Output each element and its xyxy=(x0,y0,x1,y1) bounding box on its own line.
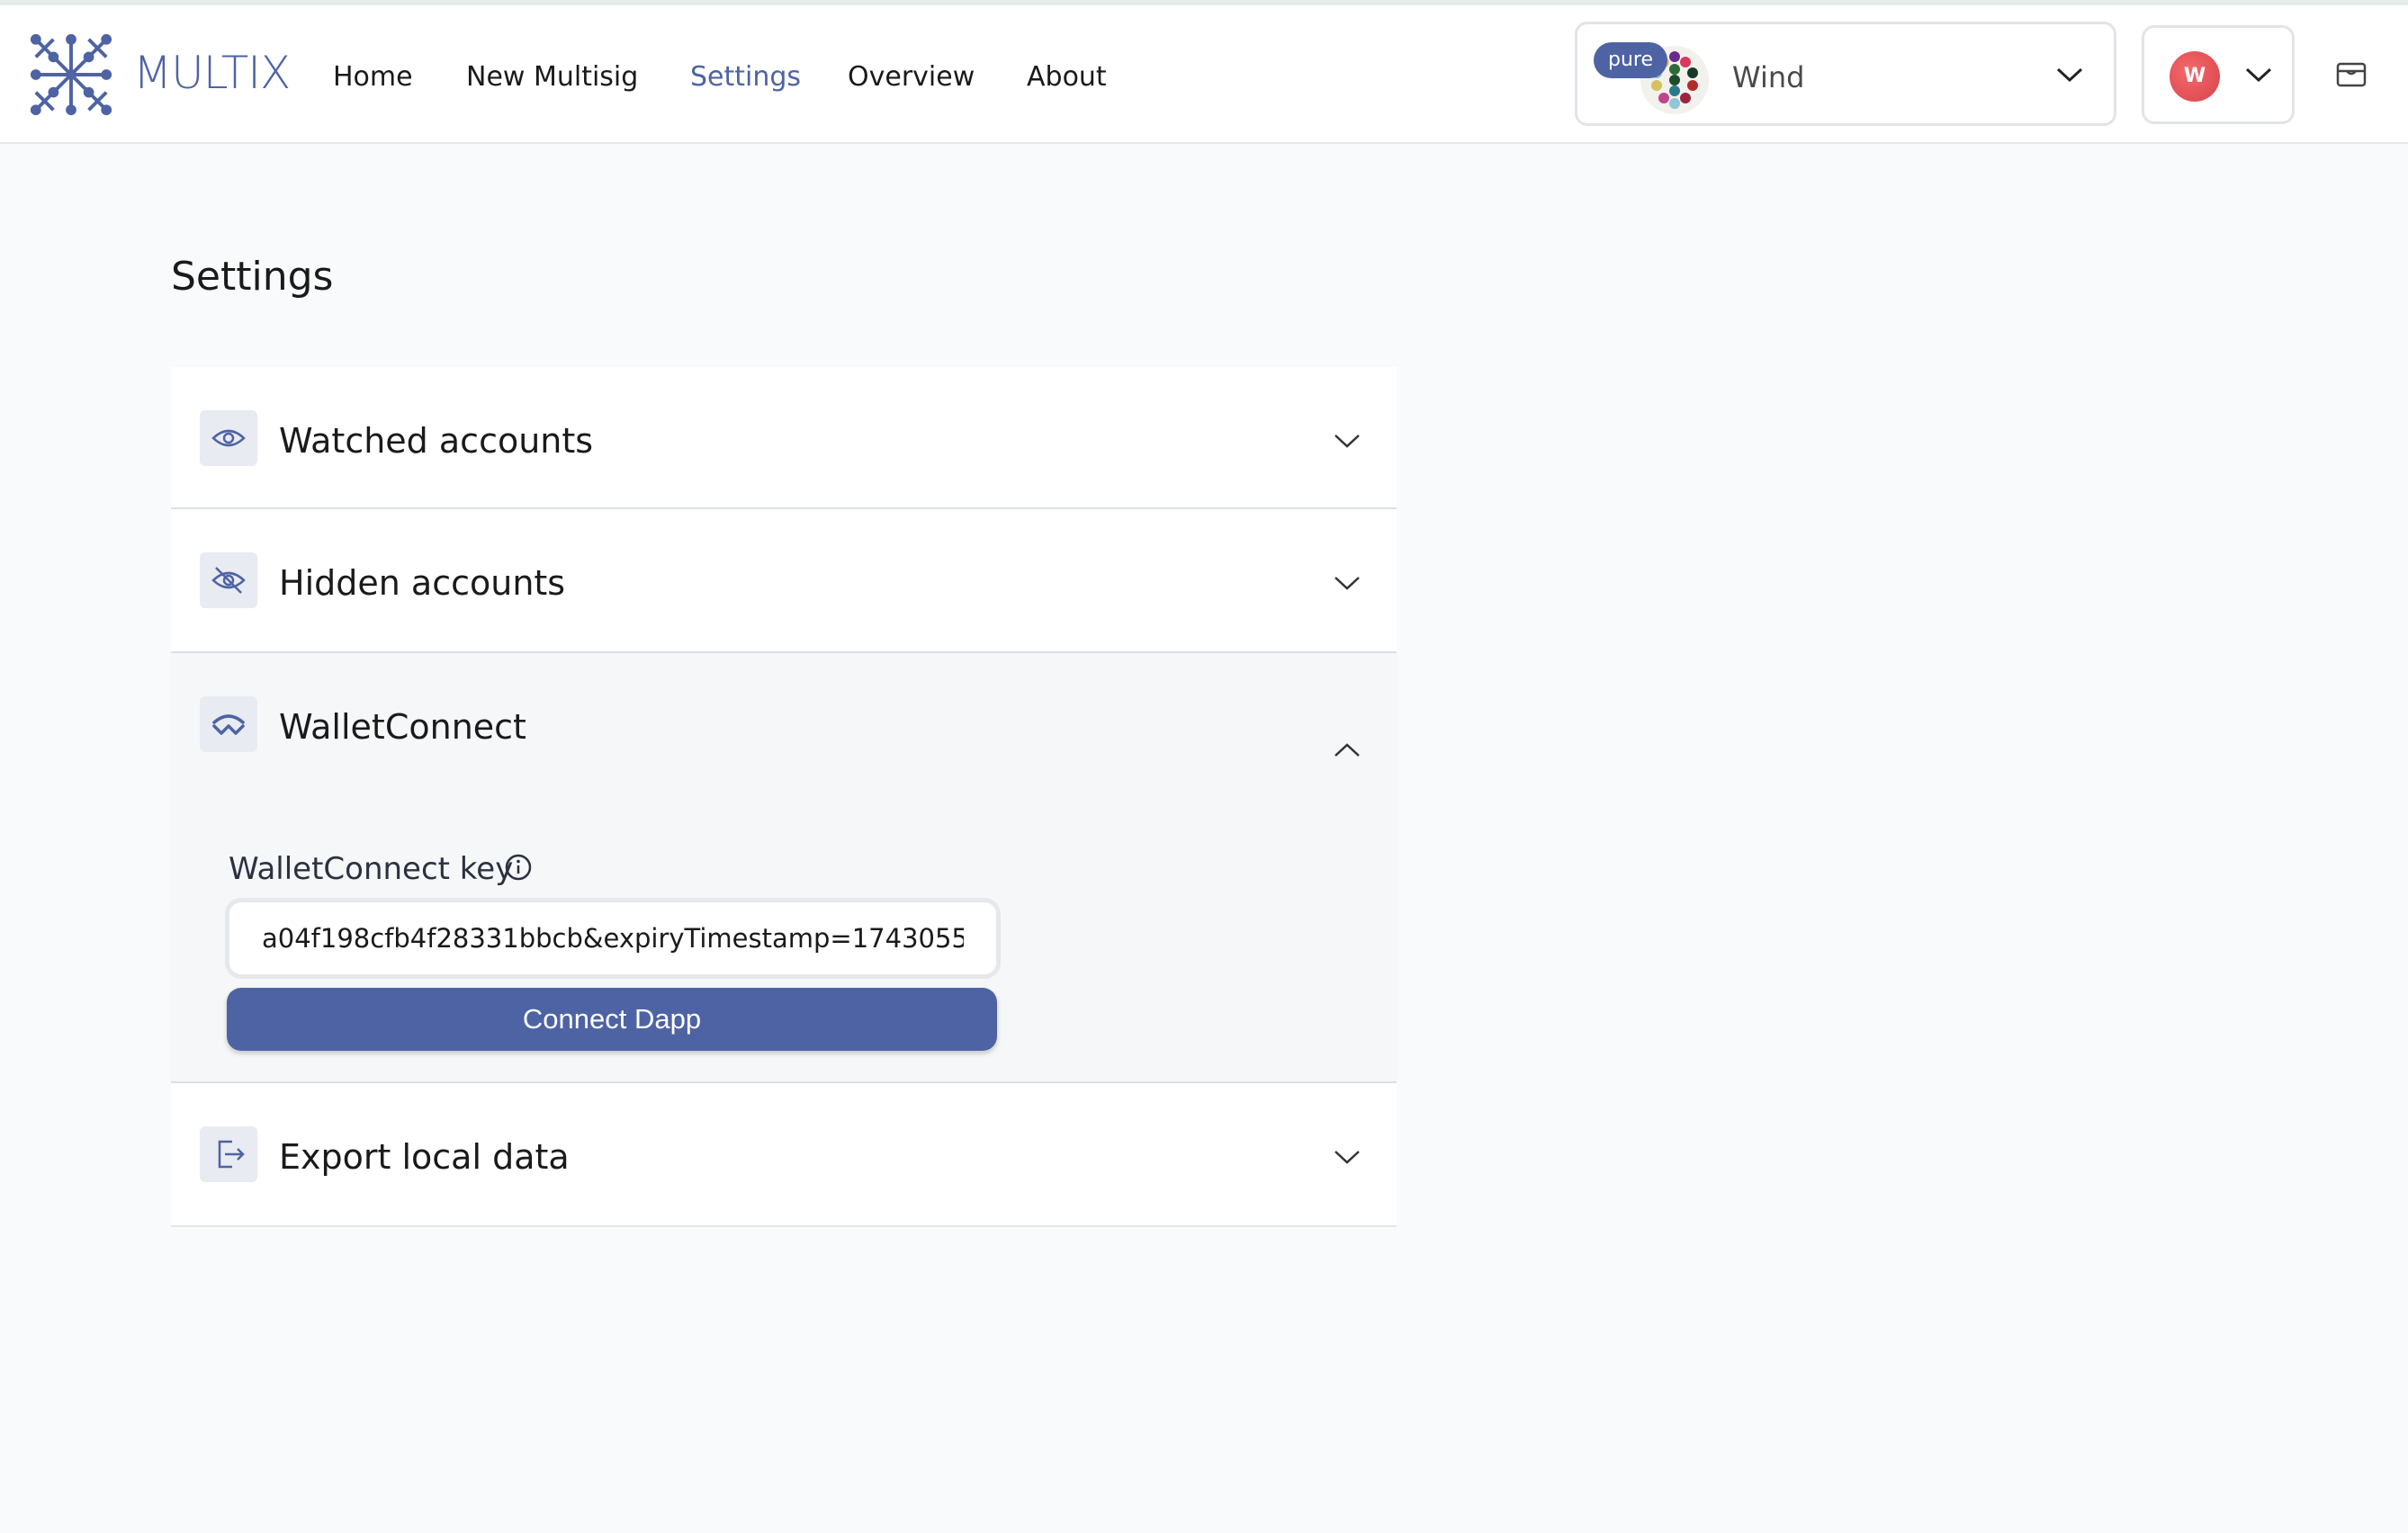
eye-off-icon xyxy=(200,552,257,608)
panel-title: Hidden accounts xyxy=(279,563,566,603)
nav-new-multisig[interactable]: New Multisig xyxy=(466,61,638,93)
panel-title: Watched accounts xyxy=(279,421,594,461)
info-icon[interactable] xyxy=(504,853,533,882)
nav-about[interactable]: About xyxy=(1027,61,1107,93)
chevron-down-icon[interactable] xyxy=(1332,1146,1362,1168)
watched-accounts-panel[interactable]: Watched accounts xyxy=(171,367,1397,509)
chevron-down-icon[interactable] xyxy=(1332,572,1362,594)
brand-name[interactable]: MULTIX xyxy=(133,47,291,99)
wallet-selector[interactable]: W xyxy=(2142,25,2295,124)
walletconnect-panel: WalletConnect WalletConnect key Connect … xyxy=(171,653,1397,1081)
account-name: Wind xyxy=(1732,60,1805,94)
walletconnect-key-input[interactable] xyxy=(225,898,1001,979)
walletconnect-icon xyxy=(200,696,257,752)
header: MULTIX Home New Multisig Settings Overvi… xyxy=(0,5,2408,144)
pure-badge: pure xyxy=(1594,42,1667,78)
account-selector[interactable]: pure Wind xyxy=(1575,22,2116,126)
nav-overview[interactable]: Overview xyxy=(848,61,975,93)
chevron-down-icon xyxy=(2056,67,2083,83)
wallet-avatar: W xyxy=(2170,51,2220,102)
nav-settings[interactable]: Settings xyxy=(690,61,801,93)
page-title: Settings xyxy=(171,254,334,300)
export-local-data-panel[interactable]: Export local data xyxy=(171,1083,1397,1227)
wallet-icon[interactable] xyxy=(2336,61,2367,88)
chevron-up-icon[interactable] xyxy=(1332,740,1362,761)
chevron-down-icon[interactable] xyxy=(1332,430,1362,452)
panel-title: WalletConnect xyxy=(279,707,526,747)
connect-dapp-button[interactable]: Connect Dapp xyxy=(227,988,997,1051)
chevron-down-icon xyxy=(2245,67,2272,83)
multix-logo-icon[interactable] xyxy=(27,31,115,119)
nav-home[interactable]: Home xyxy=(333,61,413,93)
eye-icon xyxy=(200,410,257,466)
panel-title: Export local data xyxy=(279,1137,570,1177)
hidden-accounts-panel[interactable]: Hidden accounts xyxy=(171,509,1397,653)
walletconnect-key-label: WalletConnect key xyxy=(229,851,514,887)
export-icon xyxy=(200,1126,257,1182)
